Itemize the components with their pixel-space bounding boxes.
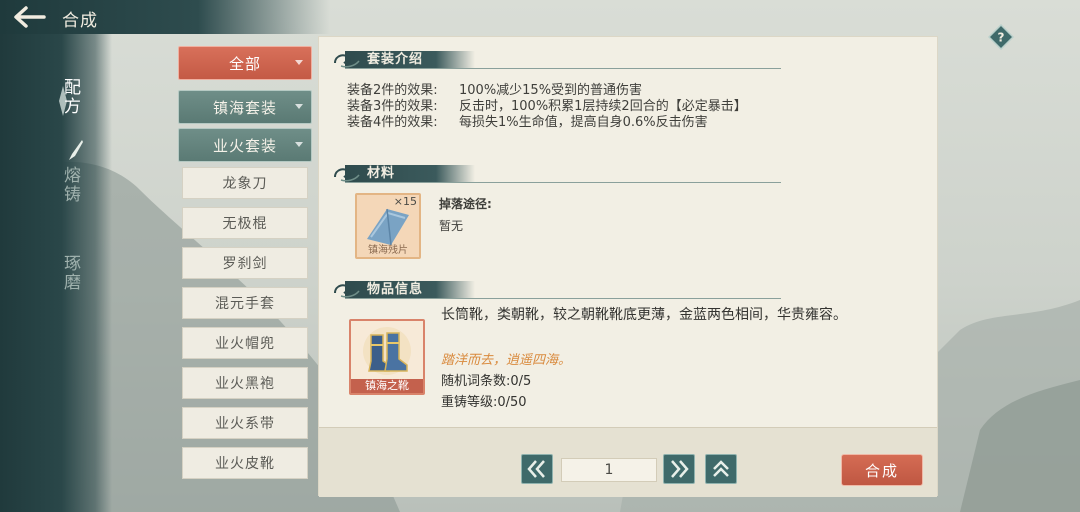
detail-panel: 套装介绍 装备2件的效果: 100%减少15%受到的普通伤害 装备3件的效果: 反击… <box>318 36 938 497</box>
dropdown-arrow-icon <box>295 142 303 147</box>
tab-smelt[interactable]: 熔铸 <box>50 166 80 204</box>
item-flavor-text: 踏洋而去，逍遥四海。 <box>441 353 572 368</box>
left-rail: 配方 熔铸 琢磨 <box>0 34 112 512</box>
back-button[interactable] <box>4 2 54 32</box>
dropdown-arrow-icon <box>295 60 303 65</box>
category-all-button[interactable]: 全部 <box>178 46 312 80</box>
section-title: 物品信息 <box>367 282 424 297</box>
section-header-item-info: 物品信息 <box>331 281 781 299</box>
double-chevron-up-icon <box>713 460 729 477</box>
cloud-swirl-icon <box>334 284 360 298</box>
list-item[interactable]: 业火系带 <box>182 407 308 439</box>
section-title: 套装介绍 <box>367 52 424 67</box>
next-page-button[interactable] <box>663 454 695 484</box>
category-all-label: 全部 <box>228 54 261 73</box>
drop-source-label: 掉落途径: <box>439 197 492 211</box>
recast-level: 重铸等级:0/50 <box>441 395 527 410</box>
list-item[interactable]: 无极棍 <box>182 207 308 239</box>
double-chevron-right-icon <box>671 460 689 478</box>
boots-icon <box>363 327 411 375</box>
dropdown-arrow-icon <box>295 104 303 109</box>
set-effect-label: 装备4件的效果: <box>347 115 438 130</box>
category-set-zhenhai[interactable]: 镇海套装 <box>178 90 312 124</box>
item-name: 镇海之靴 <box>351 379 423 393</box>
list-item[interactable]: 业火黑袍 <box>182 367 308 399</box>
list-item[interactable]: 业火帽兜 <box>182 327 308 359</box>
top-bar: 合成 <box>0 0 330 34</box>
material-name: 镇海残片 <box>368 245 408 256</box>
category-set-yehuo[interactable]: 业火套装 <box>178 128 312 162</box>
section-header-materials: 材料 <box>331 165 781 183</box>
list-item[interactable]: 罗刹剑 <box>182 247 308 279</box>
brush-icon <box>69 140 83 160</box>
item-card[interactable]: 镇海之靴 <box>349 319 425 395</box>
cloud-swirl-icon <box>334 54 360 68</box>
back-arrow-icon <box>14 6 46 28</box>
collapse-button[interactable] <box>705 454 737 484</box>
drop-source-value: 暂无 <box>439 219 464 233</box>
list-item[interactable]: 业火皮靴 <box>182 447 308 479</box>
section-title: 材料 <box>367 166 396 181</box>
material-slot[interactable]: ×15 镇海残片 <box>355 193 421 259</box>
tab-polish[interactable]: 琢磨 <box>50 254 80 292</box>
material-count: ×15 <box>393 195 417 208</box>
page-number-input[interactable] <box>561 458 657 482</box>
random-affix-count: 随机词条数:0/5 <box>441 374 532 389</box>
list-item[interactable]: 龙象刀 <box>182 167 308 199</box>
category-set-label: 镇海套装 <box>212 98 277 117</box>
category-set-label: 业火套装 <box>212 136 277 155</box>
tab-recipe[interactable]: 配方 <box>50 78 80 116</box>
cloud-swirl-icon <box>334 168 360 182</box>
craft-button[interactable]: 合成 <box>841 454 923 486</box>
page-title: 合成 <box>62 11 98 31</box>
prev-page-button[interactable] <box>521 454 553 484</box>
svg-text:?: ? <box>998 31 1005 45</box>
panel-footer: 合成 <box>319 427 937 497</box>
set-effect-row: 装备4件的效果: 每损失1%生命值，提高自身0.6%反击伤害 <box>347 111 708 130</box>
set-effect-text: 每损失1%生命值，提高自身0.6%反击伤害 <box>459 115 708 130</box>
help-button[interactable]: ? <box>987 23 1015 51</box>
double-chevron-left-icon <box>527 460 545 478</box>
help-icon: ? <box>987 23 1015 51</box>
item-description: 长筒靴，类朝靴，较之朝靴靴底更薄，金蓝两色相间，华贵雍容。 <box>441 307 847 323</box>
section-header-set-intro: 套装介绍 <box>331 51 781 69</box>
list-item[interactable]: 混元手套 <box>182 287 308 319</box>
